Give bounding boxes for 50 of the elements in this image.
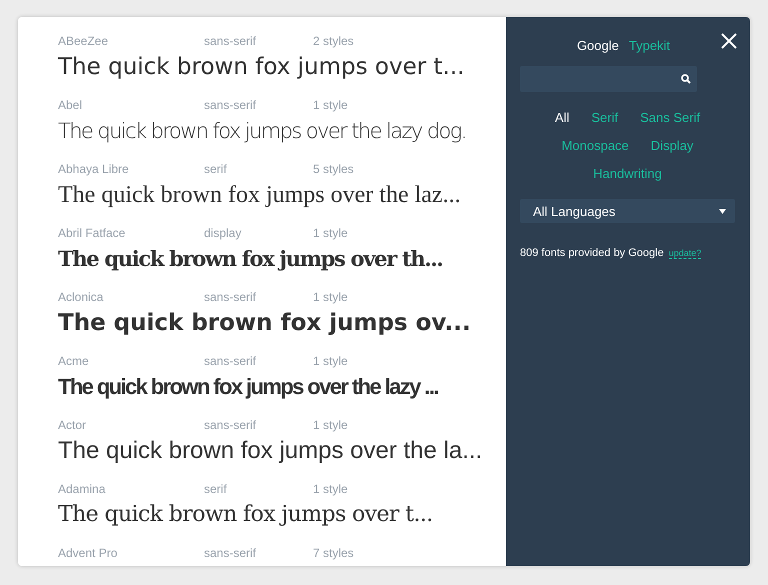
font-sample[interactable]: The quick brown fox jumps ov... [58, 307, 471, 339]
font-name: Advent Pro [58, 546, 118, 560]
font-name: Abel [58, 98, 84, 112]
style-count: 1 style [313, 418, 348, 432]
font-category: serif [204, 162, 228, 176]
font-sample[interactable]: The quick brown fox jumps over t... [58, 499, 433, 531]
font-category: sans-serif [204, 290, 258, 304]
style-count: 1 style [313, 354, 348, 368]
font-name: Abhaya Libre [58, 162, 130, 176]
font-name: Abril Fatface [58, 226, 126, 240]
font-name: Aclonica [58, 290, 104, 304]
font-sample[interactable]: The quick brown fox jumps over the lazy ... [58, 371, 438, 403]
font-name: ABeeZee [58, 34, 110, 48]
caret-icon [719, 208, 726, 214]
style-count: 1 style [313, 98, 348, 112]
font-category: serif [204, 482, 228, 496]
category-filter[interactable]: Serif [591, 110, 618, 125]
font-category: sans-serif [204, 354, 258, 368]
search-icon [681, 74, 691, 84]
font-category: sans-serif [204, 418, 258, 432]
category-filter[interactable]: All [554, 110, 570, 125]
source-tab[interactable]: Typekit [628, 37, 670, 53]
font-category: sans-serif [204, 98, 258, 112]
font-sample[interactable]: The quick brown fox jumps over the laz... [58, 179, 461, 211]
style-count: 2 styles [313, 34, 354, 48]
style-count: 1 style [313, 482, 348, 496]
font-sample[interactable]: The quick brown fox jumps over the la... [58, 435, 482, 467]
language-dropdown[interactable]: All Languages [520, 199, 735, 223]
search-field[interactable] [520, 66, 697, 92]
font-count-text: 809 fonts provided by Google [520, 247, 664, 259]
category-filter[interactable]: Sans Serif [640, 110, 700, 125]
style-count: 1 style [313, 226, 348, 240]
font-name: Actor [58, 418, 88, 432]
style-count: 7 styles [313, 546, 354, 560]
category-filter[interactable]: Display [650, 138, 694, 153]
style-count: 5 styles [313, 162, 354, 176]
close-icon[interactable] [720, 32, 738, 50]
font-sample[interactable]: The quick brown fox jumps over t... [58, 51, 464, 83]
font-sample[interactable]: The quick brown fox jumps over the lazy dog. [58, 115, 466, 147]
update-link[interactable]: update? [668, 248, 702, 259]
category-filter[interactable]: Monospace [562, 138, 629, 153]
style-count: 1 style [313, 290, 348, 304]
source-tab[interactable]: Google [576, 37, 619, 53]
font-sample[interactable]: The quick brown fox jumps over th... [58, 243, 442, 275]
category-filter[interactable]: Handwriting [593, 166, 662, 181]
font-category: sans-serif [204, 34, 258, 48]
font-name: Adamina [58, 482, 106, 496]
font-category: sans-serif [204, 546, 258, 560]
font-category: display [204, 226, 242, 240]
font-name: Acme [58, 354, 90, 368]
